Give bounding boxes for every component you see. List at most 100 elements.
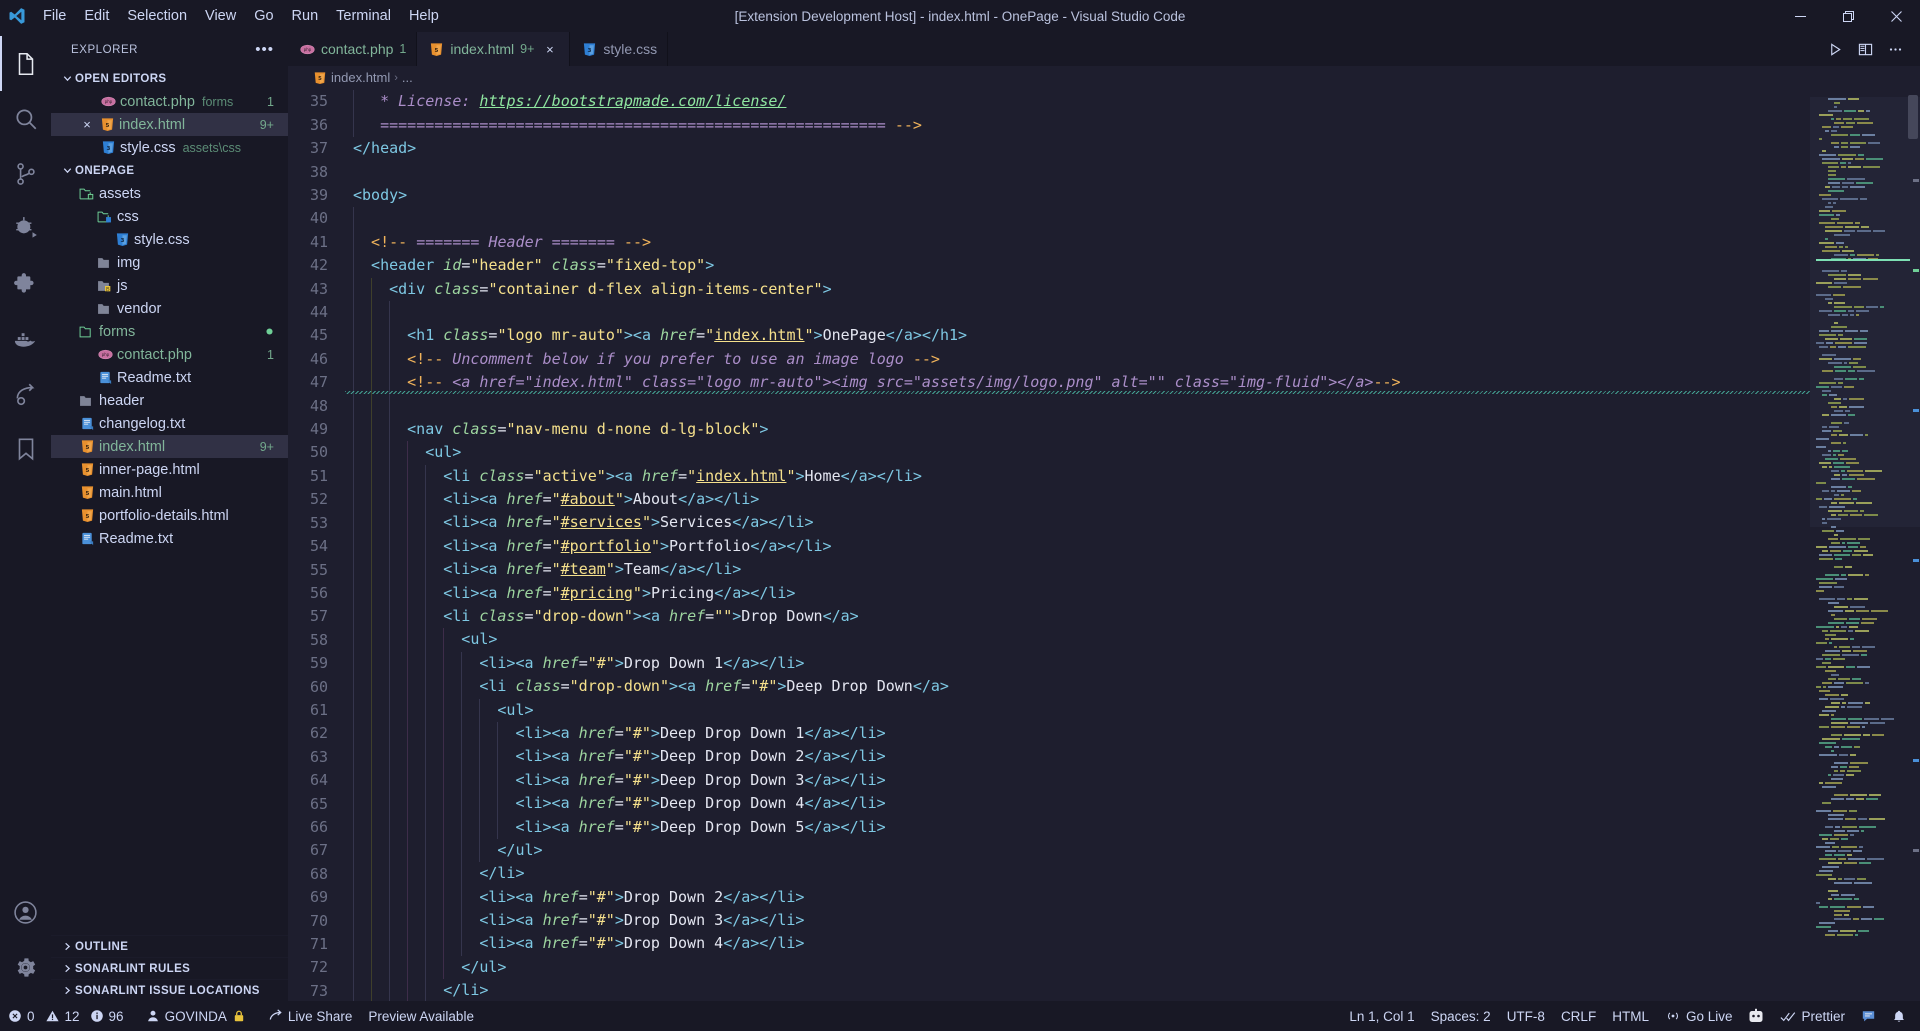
close-icon[interactable]: × (540, 40, 559, 59)
breadcrumb-ellipsis[interactable]: ... (402, 70, 413, 85)
code-line[interactable] (345, 207, 1810, 231)
code-line[interactable]: <li><a href="#team">Team</a></li> (345, 558, 1810, 582)
source-control-icon[interactable] (0, 146, 51, 201)
code-line[interactable]: </head> (345, 137, 1810, 160)
tree-item-style-css[interactable]: 3 style.css (51, 228, 288, 251)
status-account-user[interactable]: GOVINDA (132, 1001, 254, 1031)
code-line[interactable] (345, 161, 1810, 184)
code-line[interactable]: <div class="container d-flex align-items… (345, 277, 1810, 301)
code-line[interactable]: <body> (345, 184, 1810, 207)
run-code-icon[interactable] (1822, 36, 1848, 62)
code-line[interactable]: </ul> (345, 955, 1810, 980)
tree-item-main-html[interactable]: 5 main.html (51, 481, 288, 504)
code-line[interactable]: <!-- <a href="index.html" class="logo mr… (345, 371, 1810, 395)
tree-item-js[interactable]: JS js (51, 274, 288, 297)
code-line[interactable]: <header id="header" class="fixed-top"> (345, 254, 1810, 278)
status-cursor-position[interactable]: Ln 1, Col 1 (1341, 1001, 1422, 1031)
code-line[interactable]: </li> (345, 979, 1810, 1001)
code-line[interactable]: <nav class="nav-menu d-none d-lg-block"> (345, 417, 1810, 442)
status-language-mode[interactable]: HTML (1604, 1001, 1657, 1031)
code-line[interactable]: <li class="active"><a href="index.html">… (345, 464, 1810, 489)
code-line[interactable]: <h1 class="logo mr-auto"><a href="index.… (345, 324, 1810, 348)
status-problems-warnings[interactable]: 12 (43, 1001, 88, 1031)
share-icon[interactable] (0, 366, 51, 421)
close-button[interactable] (1872, 0, 1920, 32)
run-debug-icon[interactable] (0, 201, 51, 256)
status-prettier[interactable]: Prettier (1772, 1001, 1853, 1031)
tree-item-assets[interactable]: assets (51, 182, 288, 205)
tree-item-readme-txt[interactable]: Readme.txt (51, 527, 288, 550)
tree-item-inner-page-html[interactable]: 5 inner-page.html (51, 458, 288, 481)
code-line[interactable]: ========================================… (345, 113, 1810, 138)
docker-icon[interactable] (0, 311, 51, 366)
tree-item-img[interactable]: img (51, 251, 288, 274)
tab-contact-php[interactable]: php contact.php 1 (288, 32, 418, 67)
tree-item-vendor[interactable]: vendor (51, 297, 288, 320)
section-outline[interactable]: OUTLINE (51, 935, 288, 957)
status-indentation[interactable]: Spaces: 2 (1423, 1001, 1499, 1031)
code-line[interactable]: * License: https://bootstrapmade.com/lic… (345, 90, 1810, 114)
code-line[interactable]: <li><a href="#">Drop Down 3</a></li> (345, 909, 1810, 933)
search-icon[interactable] (0, 91, 51, 146)
code-line[interactable]: <li><a href="#">Deep Drop Down 2</a></li… (345, 745, 1810, 769)
code-line[interactable]: </li> (345, 862, 1810, 886)
code-line[interactable]: <li><a href="#">Drop Down 4</a></li> (345, 932, 1810, 956)
tree-item-css-folder[interactable]: css (51, 205, 288, 228)
scrollbar-thumb[interactable] (1908, 95, 1918, 140)
status-go-live[interactable]: Go Live (1657, 1001, 1741, 1031)
tree-item-index-html[interactable]: 5 index.html 9+ (51, 435, 288, 458)
code-line[interactable]: <!-- Uncomment below if you prefer to us… (345, 347, 1810, 372)
open-editor-contact-php[interactable]: php contact.php forms 1 (51, 90, 288, 113)
code-line[interactable]: <li><a href="#about">About</a></li> (345, 488, 1810, 512)
code-line[interactable] (345, 394, 1810, 418)
status-feedback[interactable] (1853, 1001, 1884, 1031)
minimize-button[interactable] (1776, 0, 1824, 32)
code-editor[interactable]: 35 36 37 38 39 40 41 42 43 44 45 46 47 48 49 50 51 52 53 54… (288, 89, 1920, 1001)
breadcrumb-file[interactable]: index.html (331, 70, 390, 85)
status-problems-errors[interactable]: 0 (0, 1001, 43, 1031)
status-preview-available[interactable]: Preview Available (360, 1001, 482, 1031)
close-icon[interactable]: × (77, 117, 97, 132)
code-line[interactable]: <li><a href="#">Drop Down 2</a></li> (345, 885, 1810, 910)
tree-item-portfolio-details-html[interactable]: 5 portfolio-details.html (51, 504, 288, 527)
restore-button[interactable] (1824, 0, 1872, 32)
menu-terminal[interactable]: Terminal (327, 0, 400, 32)
extensions-icon[interactable] (0, 256, 51, 311)
tree-item-contact-php[interactable]: php contact.php 1 (51, 343, 288, 366)
code-line[interactable]: </ul> (345, 838, 1810, 863)
menu-edit[interactable]: Edit (75, 0, 118, 32)
code-line[interactable]: <li><a href="#pricing">Pricing</a></li> (345, 581, 1810, 605)
code-line[interactable]: <li><a href="#">Deep Drop Down 3</a></li… (345, 768, 1810, 793)
status-eol[interactable]: CRLF (1553, 1001, 1604, 1031)
status-encoding[interactable]: UTF-8 (1499, 1001, 1553, 1031)
menu-help[interactable]: Help (400, 0, 448, 32)
menu-view[interactable]: View (196, 0, 245, 32)
accounts-icon[interactable] (0, 885, 51, 940)
section-onepage[interactable]: ONEPAGE (51, 159, 288, 182)
more-actions-icon[interactable]: ••• (255, 41, 280, 58)
code-line[interactable]: <ul> (345, 698, 1810, 722)
tree-item-header[interactable]: header (51, 389, 288, 412)
menu-run[interactable]: Run (283, 0, 328, 32)
status-notifications[interactable] (1884, 1001, 1920, 1031)
tree-item-readme-txt-forms[interactable]: Readme.txt (51, 366, 288, 389)
open-editor-index-html[interactable]: × 5 index.html 9+ (51, 113, 288, 136)
menu-selection[interactable]: Selection (118, 0, 196, 32)
open-editor-style-css[interactable]: 3 style.css assets\css (51, 136, 288, 159)
tree-item-changelog-txt[interactable]: changelog.txt (51, 412, 288, 435)
tab-style-css[interactable]: 3 style.css (570, 32, 669, 67)
code-line[interactable] (345, 300, 1810, 325)
code-line[interactable]: <li><a href="#">Deep Drop Down 1</a></li… (345, 721, 1810, 746)
menu-file[interactable]: File (34, 0, 75, 32)
tree-item-forms[interactable]: forms (51, 320, 288, 343)
code-line[interactable]: <ul> (345, 628, 1810, 652)
tab-index-html[interactable]: 5 index.html 9+ × (417, 32, 571, 67)
section-open-editors[interactable]: OPEN EDITORS (51, 67, 288, 90)
code-line[interactable]: <li><a href="#portfolio">Portfolio</a></… (345, 534, 1810, 559)
status-live-share[interactable]: Live Share (254, 1001, 361, 1031)
code-line[interactable]: <li><a href="#">Deep Drop Down 4</a></li… (345, 792, 1810, 816)
section-sonarlint-rules[interactable]: SONARLINT RULES (51, 957, 288, 979)
editor-scrollbar[interactable] (1906, 89, 1920, 1001)
code-line[interactable]: <!-- ======= Header ======= --> (345, 230, 1810, 255)
status-problems-info[interactable]: 96 (88, 1001, 132, 1031)
